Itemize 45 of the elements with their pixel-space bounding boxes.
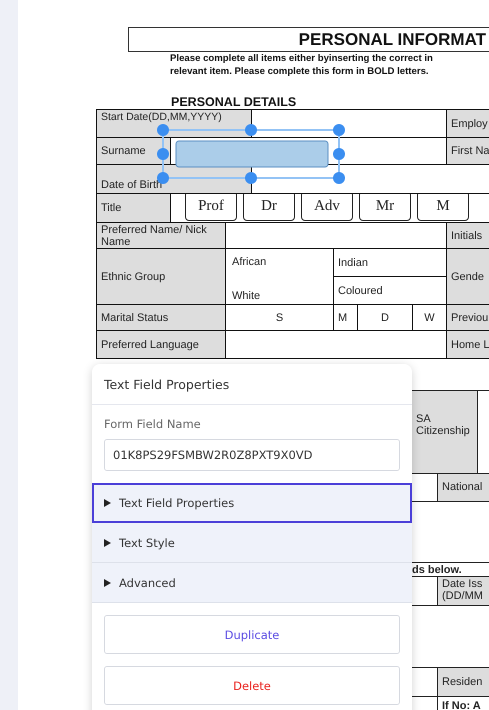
instruction-text: relevant item. Please complete this form in BOLD letters. (170, 66, 430, 78)
form-title: PERSONAL INFORMAT (298, 30, 486, 50)
title-option-box: M (417, 194, 469, 221)
title-option-box: Dr (243, 194, 295, 221)
option-label: W (413, 305, 446, 330)
form-label: SA Citizenship (412, 391, 478, 473)
delete-button[interactable]: Delete (104, 666, 400, 705)
title-option-box: Mr (359, 194, 411, 221)
panel-title: Text Field Properties (103, 376, 230, 392)
title-option-box: Adv (301, 194, 353, 221)
triangle-icon (104, 538, 111, 546)
form-label: Preferred Language (97, 331, 225, 358)
option-label: S (226, 305, 333, 330)
field-label: Form Field Name (104, 417, 202, 431)
option-label: D (358, 305, 412, 330)
form-label: Initials (447, 223, 489, 248)
form-label: Gende (447, 249, 489, 304)
title-option-box: Prof (185, 194, 237, 221)
option-label: African (232, 256, 266, 268)
form-label: Previou (447, 305, 489, 330)
option-label: M (334, 305, 357, 330)
form-label: Preferred Name/ Nick Name (97, 223, 225, 248)
form-label: Home L (447, 331, 489, 358)
form-label: Residen (438, 668, 489, 696)
accordion-section[interactable]: Text Field Properties (92, 483, 412, 523)
form-label: Marital Status (97, 305, 225, 330)
form-label: Title (97, 194, 170, 222)
option-label: White (232, 290, 260, 302)
form-label: Start Date(DD,MM,YYYY) (97, 110, 251, 137)
form-label: Ethnic Group (97, 249, 225, 304)
triangle-icon (104, 499, 111, 507)
section-heading: PERSONAL DETAILS (171, 95, 298, 109)
form-label: Date Iss (DD/MM (438, 577, 489, 605)
duplicate-button[interactable]: Duplicate (104, 615, 400, 654)
form-label: National (438, 474, 489, 501)
instruction-text: Please complete all items either byinserting the correct in (170, 53, 434, 65)
option-label: Coloured (334, 277, 446, 304)
triangle-icon (104, 578, 111, 586)
accordion-section[interactable]: Advanced (92, 563, 412, 603)
selected-text-field[interactable] (176, 140, 328, 168)
option-label: Indian (334, 249, 446, 276)
field-name-input[interactable]: 01K8PS29FSMBW2R0Z8PXT9X0VD (104, 439, 400, 471)
accordion-section[interactable]: Text Style (92, 523, 412, 563)
form-label: Surname (97, 138, 170, 164)
form-label: Employ (447, 110, 489, 137)
